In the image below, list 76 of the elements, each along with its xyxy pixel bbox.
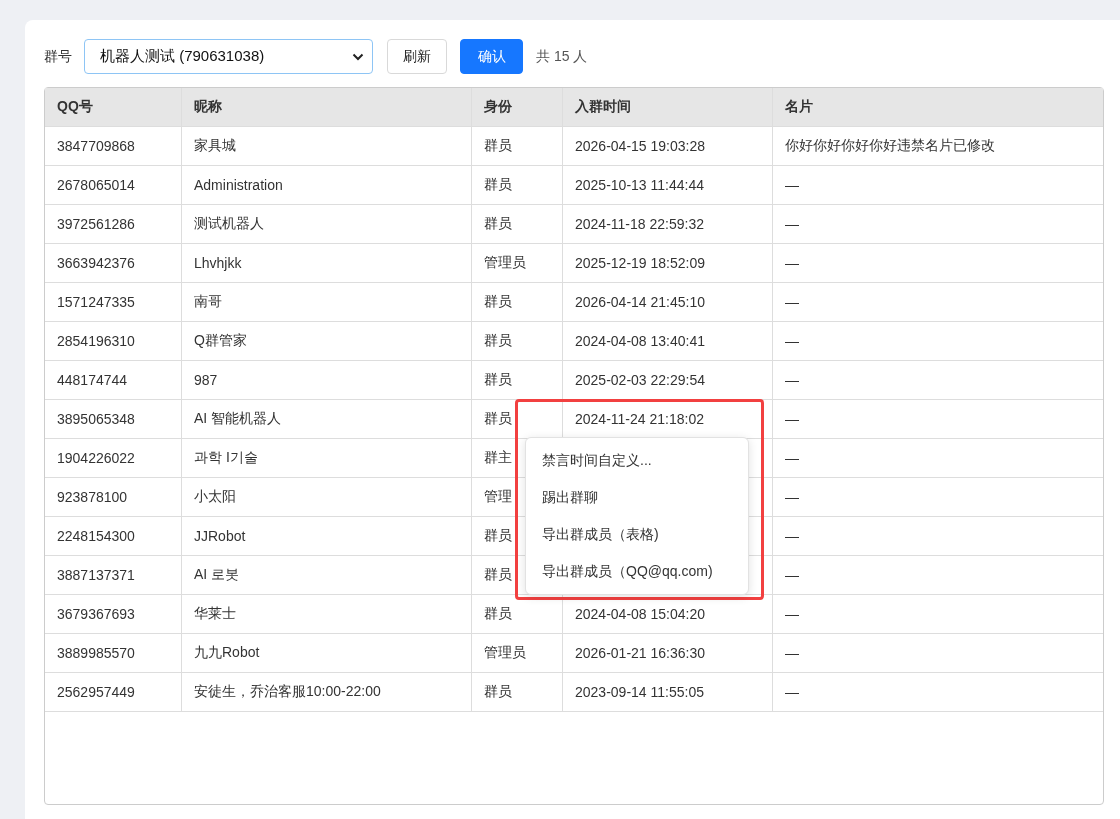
table-cell: 群员 [472, 322, 563, 360]
table-cell: 群员 [472, 205, 563, 243]
column-header: 入群时间 [563, 88, 773, 126]
column-header: QQ号 [45, 88, 182, 126]
table-cell: 1571247335 [45, 283, 182, 321]
group-label: 群号 [44, 47, 72, 66]
table-cell: 2025-02-03 22:29:54 [575, 372, 705, 388]
table-cell-text: — [784, 215, 800, 234]
table-cell: 小太阳 [182, 478, 472, 516]
refresh-button[interactable]: 刷新 [387, 39, 447, 74]
table-cell: 群员 [472, 283, 563, 321]
table-cell: 과학 I기술 [182, 439, 472, 477]
member-count: 共 15 人 [536, 47, 588, 66]
table-cell: 群员 [472, 361, 563, 399]
table-cell: 2678065014 [45, 166, 182, 204]
table-cell: 群员 [472, 166, 563, 204]
table-cell-text: — [784, 176, 800, 195]
column-header: 名片 [784, 97, 814, 116]
table-cell: 3895065348 [45, 400, 182, 438]
table-cell: 923878100 [45, 478, 182, 516]
table-cell-text: — [784, 566, 800, 585]
table-cell: 2248154300 [45, 517, 182, 555]
column-header: 昵称 [182, 88, 472, 126]
table-cell: AI 로봇 [182, 556, 472, 594]
table-cell-text: — [784, 332, 800, 351]
table-cell: 987 [182, 361, 472, 399]
table-cell-text: — [784, 605, 800, 624]
table-cell: 测试机器人 [182, 205, 472, 243]
table-cell: 群员 [472, 127, 563, 165]
table-cell: 3663942376 [45, 244, 182, 282]
table-cell: 3847709868 [45, 127, 182, 165]
table-cell: 2025-12-19 18:52:09 [575, 255, 705, 271]
table-cell: 2024-11-18 22:59:32 [575, 216, 704, 232]
table-cell: 家具城 [182, 127, 472, 165]
table-cell: Q群管家 [182, 322, 472, 360]
table-cell: 管理员 [472, 634, 563, 672]
table-cell-text: — [784, 410, 800, 429]
table-cell-text: — [784, 293, 800, 312]
table-cell: Lhvhjkk [182, 244, 472, 282]
table-cell: 2026-04-14 21:45:10 [575, 294, 705, 310]
table-cell-text: — [784, 527, 800, 546]
confirm-button[interactable]: 确认 [460, 39, 523, 74]
table-cell: 安徒生，乔治客服10:00-22:00 [182, 673, 472, 711]
table-cell: 2024-04-08 13:40:41 [575, 333, 705, 349]
table-cell: 2854196310 [45, 322, 182, 360]
table-cell: 管理员 [472, 244, 563, 282]
table-cell: 3889985570 [45, 634, 182, 672]
table-cell-text: 你好你好你好你好违禁名片已修改 [784, 136, 996, 155]
table-cell: 2024-04-08 15:04:20 [575, 606, 705, 622]
table-cell: 2025-10-13 11:44:44 [575, 177, 704, 193]
chevron-down-icon [352, 52, 364, 61]
table-cell: JJRobot [182, 517, 472, 555]
table-cell-text: — [784, 488, 800, 507]
table-cell: 1904226022 [45, 439, 182, 477]
table-cell: 3887137371 [45, 556, 182, 594]
table-cell-text: — [784, 254, 800, 273]
table-cell-text: — [784, 371, 800, 390]
table-cell: 2026-01-21 16:36:30 [575, 645, 705, 661]
table-cell: Administration [182, 166, 472, 204]
table-cell-text: — [784, 449, 800, 468]
column-header: 身份 [472, 88, 563, 126]
table-cell: AI 智能机器人 [182, 400, 472, 438]
table-cell: 2024-11-24 21:18:02 [575, 411, 704, 427]
table-cell: 3679367693 [45, 595, 182, 633]
table-cell: 群员 [472, 673, 563, 711]
table-cell: 九九Robot [182, 634, 472, 672]
table-cell-text: — [784, 683, 800, 702]
table-cell-text: — [784, 644, 800, 663]
group-select[interactable]: 机器人测试 (790631038) [84, 39, 373, 74]
table-cell: 3972561286 [45, 205, 182, 243]
table-cell: 2026-04-15 19:03:28 [575, 138, 705, 154]
table-cell: 2023-09-14 11:55:05 [575, 684, 704, 700]
table-cell: 448174744 [45, 361, 182, 399]
table-cell: 2562957449 [45, 673, 182, 711]
table-cell: 华莱士 [182, 595, 472, 633]
table-cell: 南哥 [182, 283, 472, 321]
